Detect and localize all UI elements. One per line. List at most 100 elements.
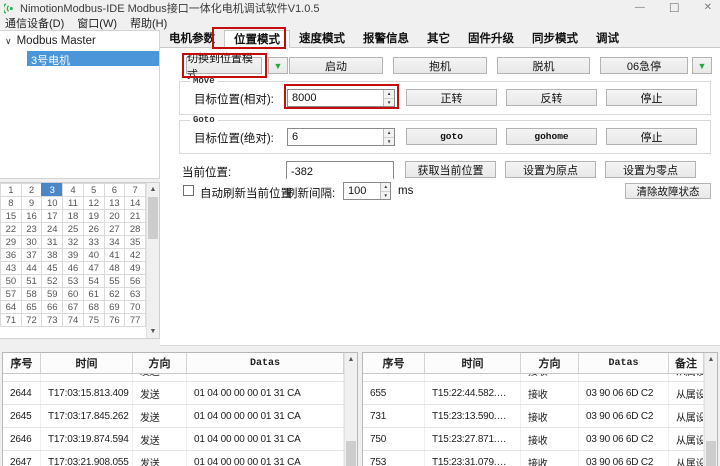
register-cell-58[interactable]: 58 <box>21 287 43 301</box>
spin-up-icon[interactable]: ▲ <box>381 183 390 192</box>
register-cell-70[interactable]: 70 <box>124 300 146 314</box>
register-cell-47[interactable]: 47 <box>83 261 105 275</box>
tree-expander-icon[interactable]: ∨ <box>5 36 12 47</box>
goto-button[interactable]: goto <box>406 128 497 145</box>
get-position-button[interactable]: 获取当前位置 <box>405 161 496 178</box>
register-cell-4[interactable]: 4 <box>62 183 84 197</box>
register-cell-48[interactable]: 48 <box>104 261 126 275</box>
register-cell-57[interactable]: 57 <box>0 287 22 301</box>
register-cell-56[interactable]: 56 <box>124 274 146 288</box>
register-cell-28[interactable]: 28 <box>124 222 146 236</box>
register-cell-62[interactable]: 62 <box>104 287 126 301</box>
forward-button[interactable]: 正转 <box>406 89 497 106</box>
target-absolute-input[interactable] <box>288 129 383 145</box>
register-cell-64[interactable]: 64 <box>0 300 22 314</box>
clear-fault-button[interactable]: 清除故障状态 <box>625 183 711 199</box>
register-cell-22[interactable]: 22 <box>0 222 22 236</box>
close-icon[interactable]: ✕ <box>704 0 712 16</box>
register-cell-13[interactable]: 13 <box>104 196 126 210</box>
target-absolute-spinbox[interactable]: ▲ ▼ <box>287 128 395 146</box>
maximize-icon[interactable]: ☐ <box>669 0 680 16</box>
register-cell-16[interactable]: 16 <box>21 209 43 223</box>
register-cell-29[interactable]: 29 <box>0 235 22 249</box>
register-cell-6[interactable]: 6 <box>104 183 126 197</box>
log-row[interactable]: 2645T17:03:17.845.262发送01 04 00 00 00 01… <box>3 405 344 428</box>
move-stop-button[interactable]: 停止 <box>606 89 697 106</box>
register-cell-33[interactable]: 33 <box>83 235 105 249</box>
tab-调试[interactable]: 调试 <box>587 29 628 47</box>
switch-mode-button[interactable]: 切换到位置模式 <box>186 57 262 74</box>
register-cell-37[interactable]: 37 <box>21 248 43 262</box>
register-cell-25[interactable]: 25 <box>62 222 84 236</box>
set-origin-button[interactable]: 设置为原点 <box>505 161 596 178</box>
spin-down-icon[interactable]: ▼ <box>384 99 394 107</box>
tab-速度模式[interactable]: 速度模式 <box>290 29 354 47</box>
scroll-up-icon[interactable]: ▲ <box>147 183 159 196</box>
tab-同步模式[interactable]: 同步模式 <box>523 29 587 47</box>
register-cell-15[interactable]: 15 <box>0 209 22 223</box>
register-cell-45[interactable]: 45 <box>41 261 63 275</box>
refresh-interval-spinbox[interactable]: ▲ ▼ <box>343 182 391 200</box>
reverse-button[interactable]: 反转 <box>506 89 597 106</box>
tab-其它[interactable]: 其它 <box>418 29 459 47</box>
register-cell-67[interactable]: 67 <box>62 300 84 314</box>
register-cell-44[interactable]: 44 <box>21 261 43 275</box>
release-button[interactable]: 脱机 <box>497 57 590 74</box>
log-row[interactable]: 750T15:23:27.871.…接收03 90 06 6D C2从属设备忙 <box>363 428 704 451</box>
current-position-input[interactable] <box>287 164 393 180</box>
register-cell-38[interactable]: 38 <box>41 248 63 262</box>
menu-window[interactable]: 窗口(W) <box>77 15 117 31</box>
register-cell-14[interactable]: 14 <box>124 196 146 210</box>
log-row[interactable]: 2643T17:03:13.781.175发送01 04 00 00 00 01… <box>3 374 344 382</box>
register-cell-5[interactable]: 5 <box>83 183 105 197</box>
current-position-field[interactable] <box>286 161 394 179</box>
register-cell-49[interactable]: 49 <box>124 261 146 275</box>
register-cell-23[interactable]: 23 <box>21 222 43 236</box>
register-cell-43[interactable]: 43 <box>0 261 22 275</box>
register-cell-9[interactable]: 9 <box>21 196 43 210</box>
spin-down-icon[interactable]: ▼ <box>384 138 394 146</box>
scroll-up-icon[interactable]: ▲ <box>705 353 717 366</box>
register-cell-46[interactable]: 46 <box>62 261 84 275</box>
register-cell-77[interactable]: 77 <box>124 313 146 327</box>
register-cell-18[interactable]: 18 <box>62 209 84 223</box>
register-cell-63[interactable]: 63 <box>124 287 146 301</box>
register-cell-20[interactable]: 20 <box>104 209 126 223</box>
register-cell-59[interactable]: 59 <box>41 287 63 301</box>
log-row[interactable]: 753T15:23:31.079.…接收03 90 06 6D C2从属设备忙 <box>363 451 704 466</box>
register-cell-60[interactable]: 60 <box>62 287 84 301</box>
minimize-icon[interactable]: — <box>635 0 645 16</box>
register-cell-54[interactable]: 54 <box>83 274 105 288</box>
log-row[interactable]: 2646T17:03:19.874.594发送01 04 00 00 00 01… <box>3 428 344 451</box>
tree-item-motor-3[interactable]: 3号电机 <box>27 51 159 66</box>
register-cell-8[interactable]: 8 <box>0 196 22 210</box>
tab-电机参数[interactable]: 电机参数 <box>160 29 224 47</box>
register-cell-72[interactable]: 72 <box>21 313 43 327</box>
recv-log-scrollbar[interactable]: ▲ <box>704 353 717 466</box>
scrollbar-thumb[interactable] <box>346 441 356 466</box>
log-row[interactable]: 651T15:22:40.011.…接收03 90 06 6D C2从属设备忙 <box>363 374 704 382</box>
register-cell-21[interactable]: 21 <box>124 209 146 223</box>
log-row[interactable]: 2644T17:03:15.813.409发送01 04 00 00 00 01… <box>3 382 344 405</box>
register-cell-74[interactable]: 74 <box>62 313 84 327</box>
target-relative-spinbox[interactable]: ▲ ▼ <box>287 89 395 107</box>
gohome-button[interactable]: gohome <box>506 128 597 145</box>
register-cell-11[interactable]: 11 <box>62 196 84 210</box>
register-cell-12[interactable]: 12 <box>83 196 105 210</box>
register-cell-17[interactable]: 17 <box>41 209 63 223</box>
switch-mode-dropdown-button[interactable]: ▼ <box>268 57 288 74</box>
log-row[interactable]: 731T15:23:13.590.…接收03 90 06 6D C2从属设备忙 <box>363 405 704 428</box>
register-cell-2[interactable]: 2 <box>21 183 43 197</box>
register-cell-73[interactable]: 73 <box>41 313 63 327</box>
spin-up-icon[interactable]: ▲ <box>384 129 394 138</box>
register-cell-19[interactable]: 19 <box>83 209 105 223</box>
register-cell-32[interactable]: 32 <box>62 235 84 249</box>
engage-brake-button[interactable]: 抱机 <box>393 57 487 74</box>
register-cell-27[interactable]: 27 <box>104 222 126 236</box>
auto-refresh-checkbox[interactable] <box>183 185 194 196</box>
tree-item-modbus-master[interactable]: ∨ Modbus Master <box>0 31 159 49</box>
tab-报警信息[interactable]: 报警信息 <box>354 29 418 47</box>
register-cell-61[interactable]: 61 <box>83 287 105 301</box>
estop-dropdown-button[interactable]: ▼ <box>692 57 712 74</box>
scroll-down-icon[interactable]: ▼ <box>147 325 159 338</box>
